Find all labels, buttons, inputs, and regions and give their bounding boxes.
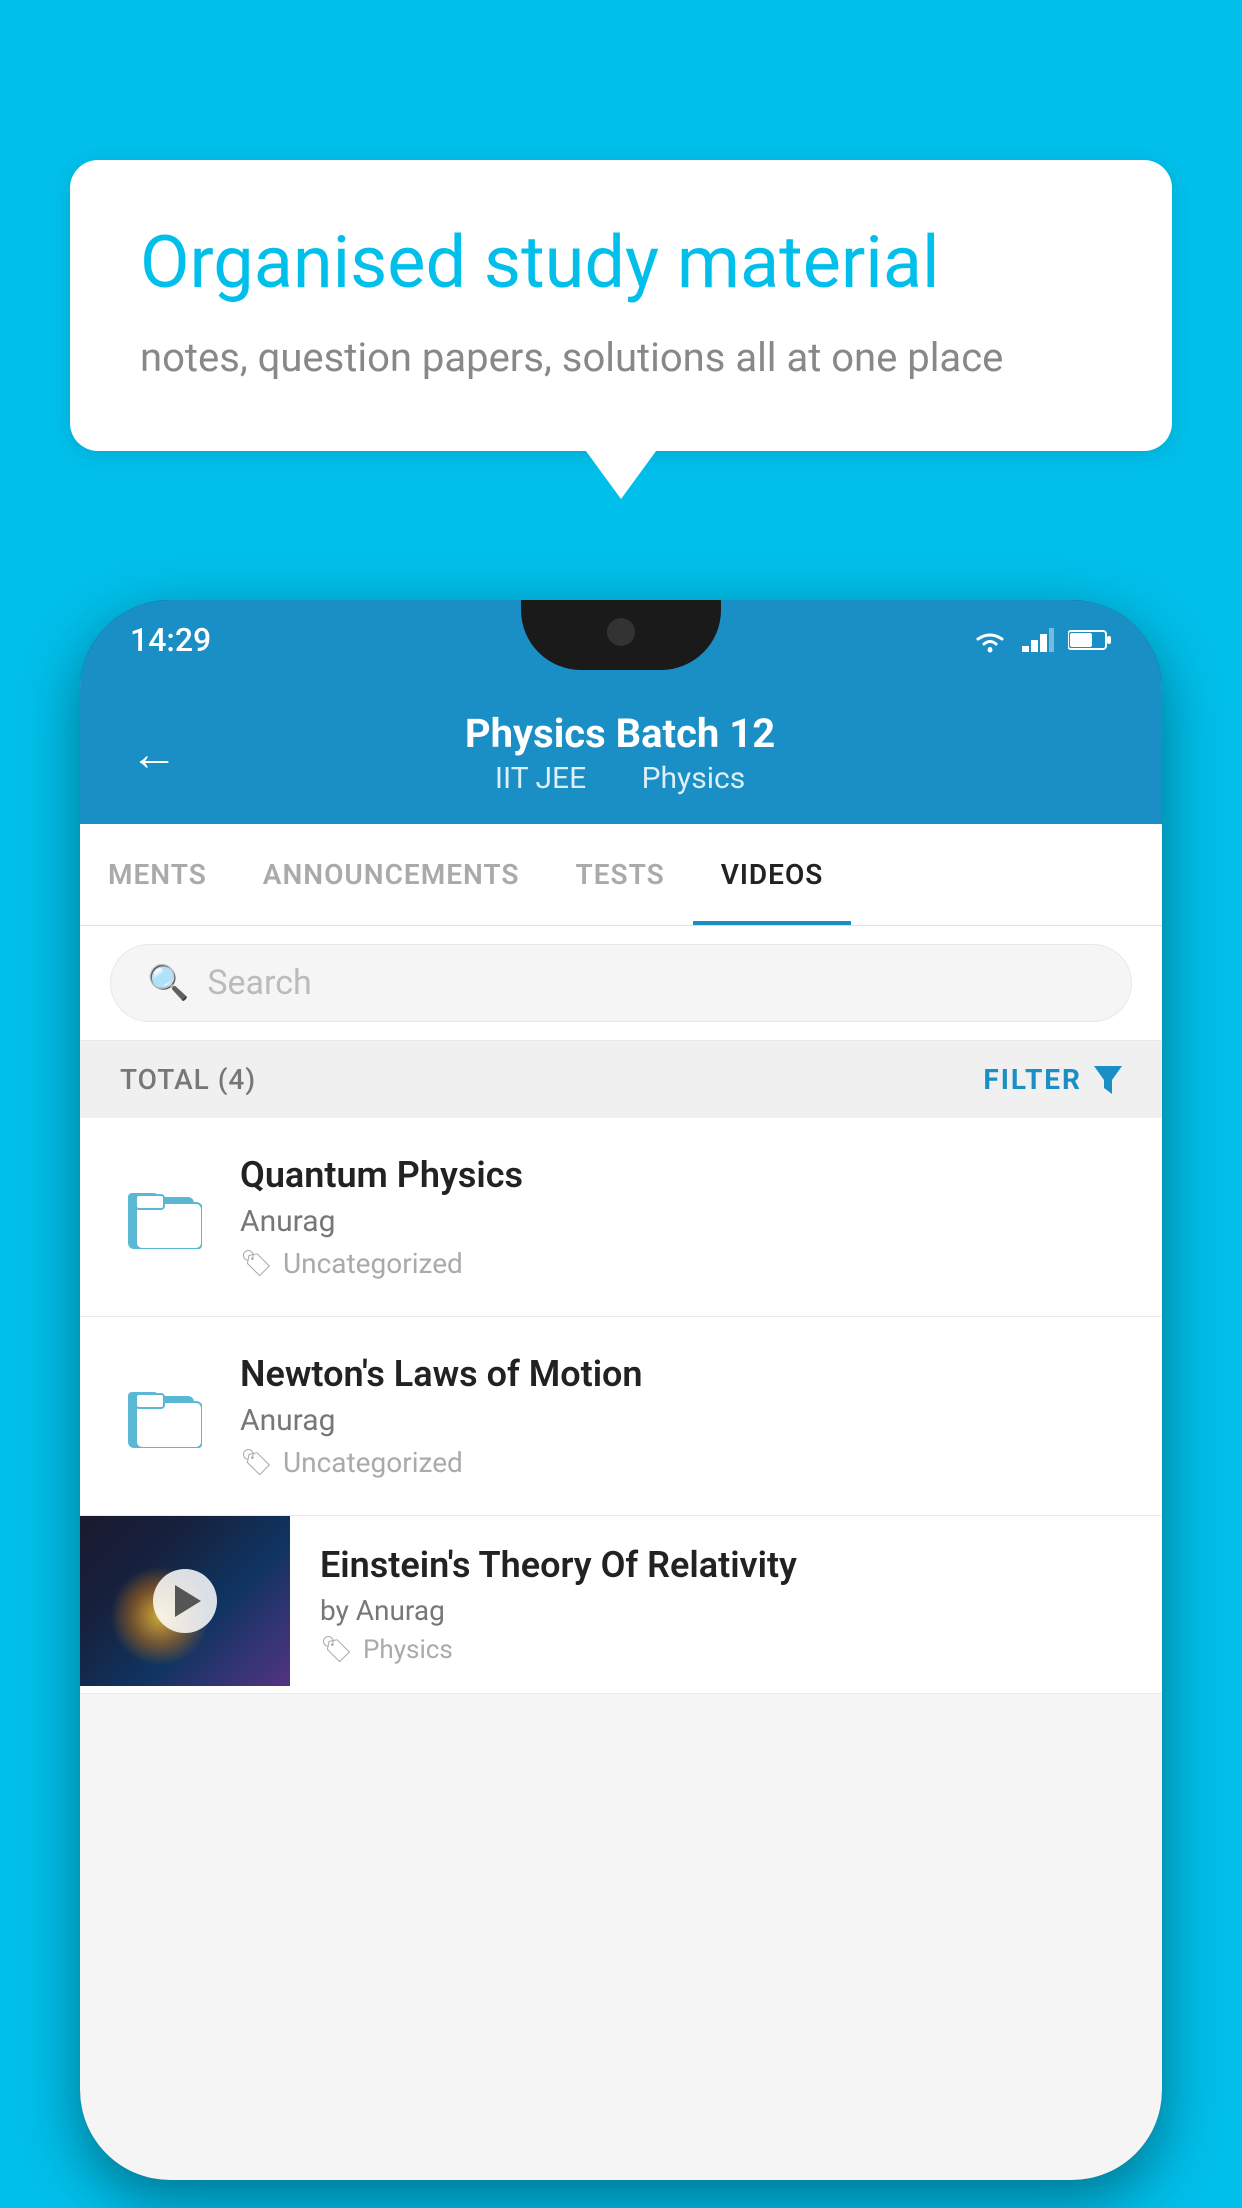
tabs-bar: MENTS ANNOUNCEMENTS TESTS VIDEOS xyxy=(80,824,1162,926)
tag-label-3: Physics xyxy=(363,1635,453,1665)
header-subtitle-part2: Physics xyxy=(642,761,746,796)
item-author-2: Anurag xyxy=(240,1403,1122,1438)
header-subtitle: IIT JEE Physics xyxy=(208,761,1032,796)
tab-ments[interactable]: MENTS xyxy=(80,824,235,925)
tag-label-1: Uncategorized xyxy=(283,1247,463,1280)
filter-icon xyxy=(1094,1066,1122,1094)
total-count: TOTAL (4) xyxy=(120,1063,256,1096)
search-icon: 🔍 xyxy=(147,963,189,1003)
folder-icon-2 xyxy=(128,1384,202,1448)
item-icon-2 xyxy=(120,1384,210,1448)
thumb-title: Einstein's Theory Of Relativity xyxy=(320,1544,1132,1586)
tag-icon-1: 🏷 xyxy=(240,1249,273,1279)
item-tag-2: 🏷 Uncategorized xyxy=(240,1446,1122,1479)
list-container: Quantum Physics Anurag 🏷 Uncategorized xyxy=(80,1118,1162,1694)
search-bar[interactable]: 🔍 Search xyxy=(110,944,1132,1022)
status-time: 14:29 xyxy=(130,621,211,659)
item-title-2: Newton's Laws of Motion xyxy=(240,1353,1122,1395)
status-bar: 14:29 xyxy=(80,600,1162,680)
bubble-title: Organised study material xyxy=(140,220,1102,306)
bubble-subtitle: notes, question papers, solutions all at… xyxy=(140,334,1102,381)
thumb-author: by Anurag xyxy=(320,1594,1132,1627)
header-title: Physics Batch 12 xyxy=(208,710,1032,757)
item-tag-1: 🏷 Uncategorized xyxy=(240,1247,1122,1280)
tab-tests[interactable]: TESTS xyxy=(548,824,693,925)
filter-button[interactable]: FILTER xyxy=(983,1063,1122,1096)
tab-announcements[interactable]: ANNOUNCEMENTS xyxy=(235,824,548,925)
header-title-block: Physics Batch 12 IIT JEE Physics xyxy=(208,710,1032,796)
item-details-1: Quantum Physics Anurag 🏷 Uncategorized xyxy=(240,1154,1122,1280)
item-icon-1 xyxy=(120,1185,210,1249)
filter-bar: TOTAL (4) FILTER xyxy=(80,1041,1162,1118)
tag-label-2: Uncategorized xyxy=(283,1446,463,1479)
camera-notch xyxy=(607,618,635,646)
play-triangle xyxy=(175,1585,201,1617)
thumb-details: Einstein's Theory Of Relativity by Anura… xyxy=(290,1516,1162,1693)
thumb-tag: 🏷 Physics xyxy=(320,1635,1132,1665)
search-input[interactable]: Search xyxy=(207,963,311,1003)
video-thumbnail xyxy=(80,1516,290,1686)
speech-bubble: Organised study material notes, question… xyxy=(70,160,1172,451)
list-item-3[interactable]: Einstein's Theory Of Relativity by Anura… xyxy=(80,1516,1162,1694)
phone-screen: ← Physics Batch 12 IIT JEE Physics MENTS… xyxy=(80,680,1162,2180)
filter-label: FILTER xyxy=(983,1063,1082,1096)
tag-icon-3: 🏷 xyxy=(320,1635,353,1665)
item-author-1: Anurag xyxy=(240,1204,1122,1239)
play-button[interactable] xyxy=(153,1569,217,1633)
tab-videos[interactable]: VIDEOS xyxy=(693,824,852,925)
tag-icon-2: 🏷 xyxy=(240,1448,273,1478)
search-container: 🔍 Search xyxy=(80,926,1162,1041)
app-header: ← Physics Batch 12 IIT JEE Physics xyxy=(80,680,1162,824)
folder-icon-1 xyxy=(128,1185,202,1249)
list-item[interactable]: Quantum Physics Anurag 🏷 Uncategorized xyxy=(80,1118,1162,1317)
item-title-1: Quantum Physics xyxy=(240,1154,1122,1196)
item-details-2: Newton's Laws of Motion Anurag 🏷 Uncateg… xyxy=(240,1353,1122,1479)
header-subtitle-part1: IIT JEE xyxy=(495,761,586,796)
status-icons xyxy=(972,627,1112,653)
signal-icon xyxy=(1022,628,1054,652)
list-item-2[interactable]: Newton's Laws of Motion Anurag 🏷 Uncateg… xyxy=(80,1317,1162,1516)
back-button[interactable]: ← xyxy=(130,725,178,782)
phone-frame: 14:29 xyxy=(80,600,1162,2180)
battery-icon xyxy=(1068,629,1112,651)
wifi-icon xyxy=(972,627,1008,653)
